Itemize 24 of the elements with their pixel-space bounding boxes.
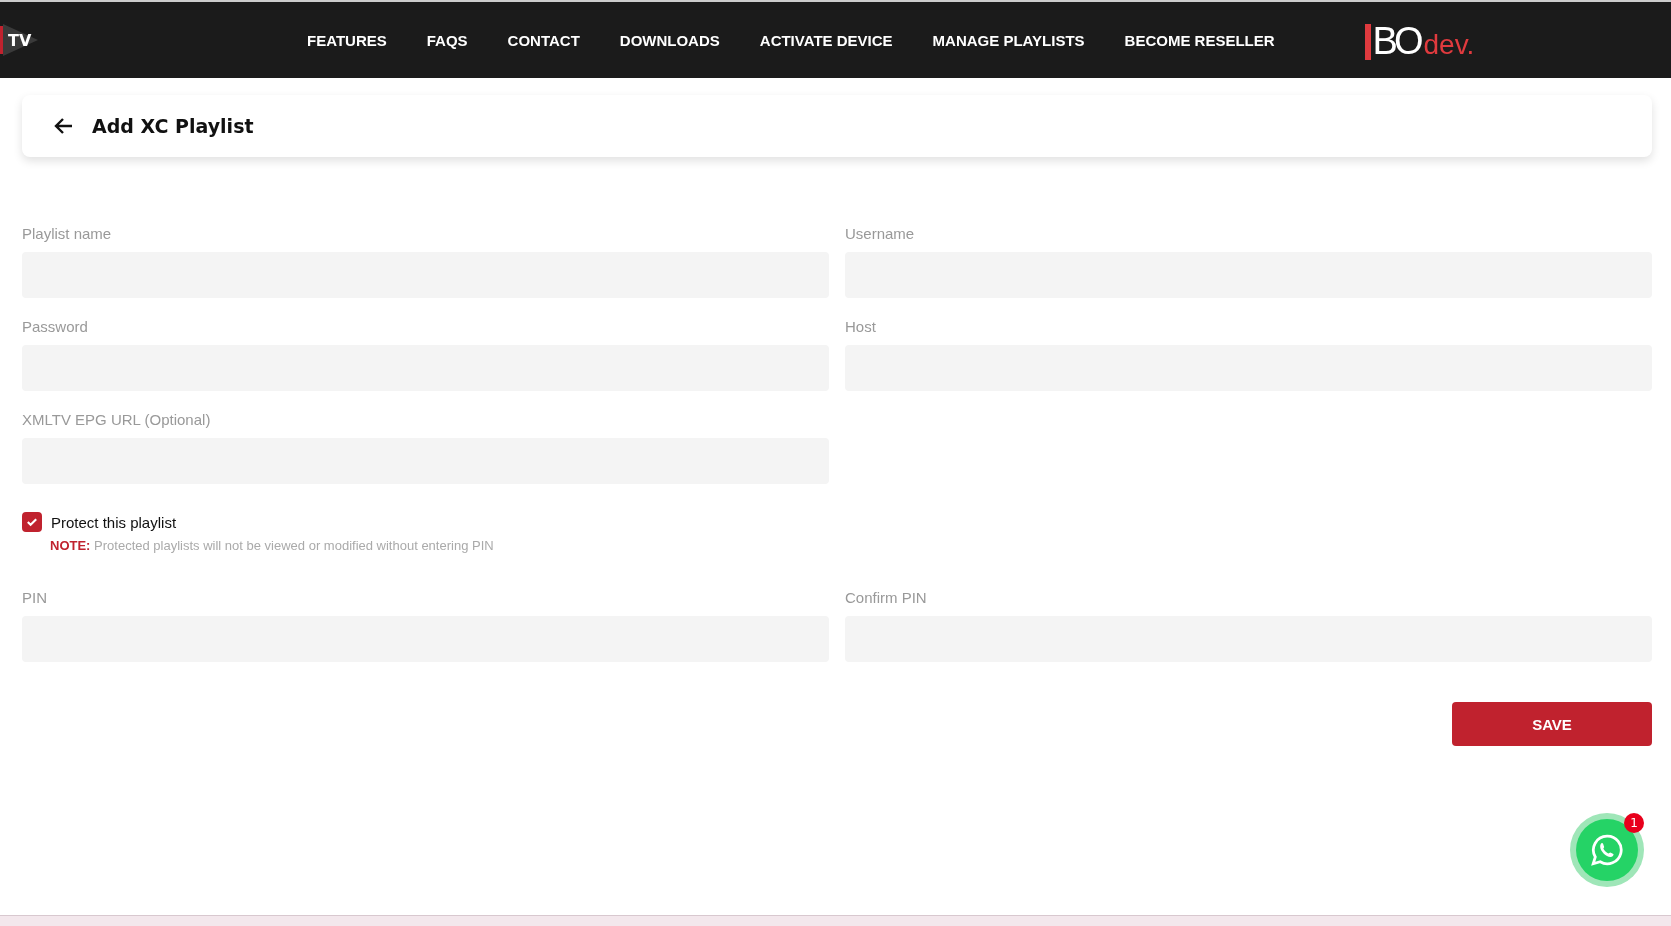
field-label: PIN <box>22 589 48 606</box>
notification-badge: 1 <box>1624 813 1644 833</box>
checkmark-icon <box>25 515 39 529</box>
nav-link[interactable]: FEATURES <box>307 31 387 49</box>
save-button[interactable]: SAVE <box>1452 702 1652 746</box>
nav-link[interactable]: DOWNLOADS <box>619 31 720 49</box>
checkbox[interactable] <box>22 512 42 532</box>
field-label: XMLTV EPG URL (Optional) <box>22 411 212 428</box>
page-title: Add XC Playlist <box>92 115 254 137</box>
nav-link[interactable]: MANAGE PLAYLISTS <box>932 31 1085 49</box>
back-arrow-icon[interactable] <box>54 116 74 136</box>
chat-bubble-phone-icon <box>1590 833 1624 867</box>
nav-link[interactable]: CONTACT <box>507 31 580 49</box>
field-label: Host <box>845 318 877 335</box>
field-label: Confirm PIN <box>845 589 928 606</box>
brand-logo[interactable]: BOdev. <box>1364 20 1475 60</box>
nav-link[interactable]: BECOME RESELLER <box>1124 31 1275 49</box>
field-label: Username <box>845 225 916 242</box>
checkbox-label: Protect this playlist <box>51 513 177 531</box>
nav-link[interactable]: ACTIVATE DEVICE <box>759 31 893 49</box>
field-label: Playlist name <box>22 225 113 242</box>
nav-link[interactable]: FAQS <box>426 31 468 49</box>
field-label: Password <box>22 318 89 335</box>
note-text: NOTE: Protected playlists will not be viewed or modified without entering PIN <box>50 538 495 553</box>
